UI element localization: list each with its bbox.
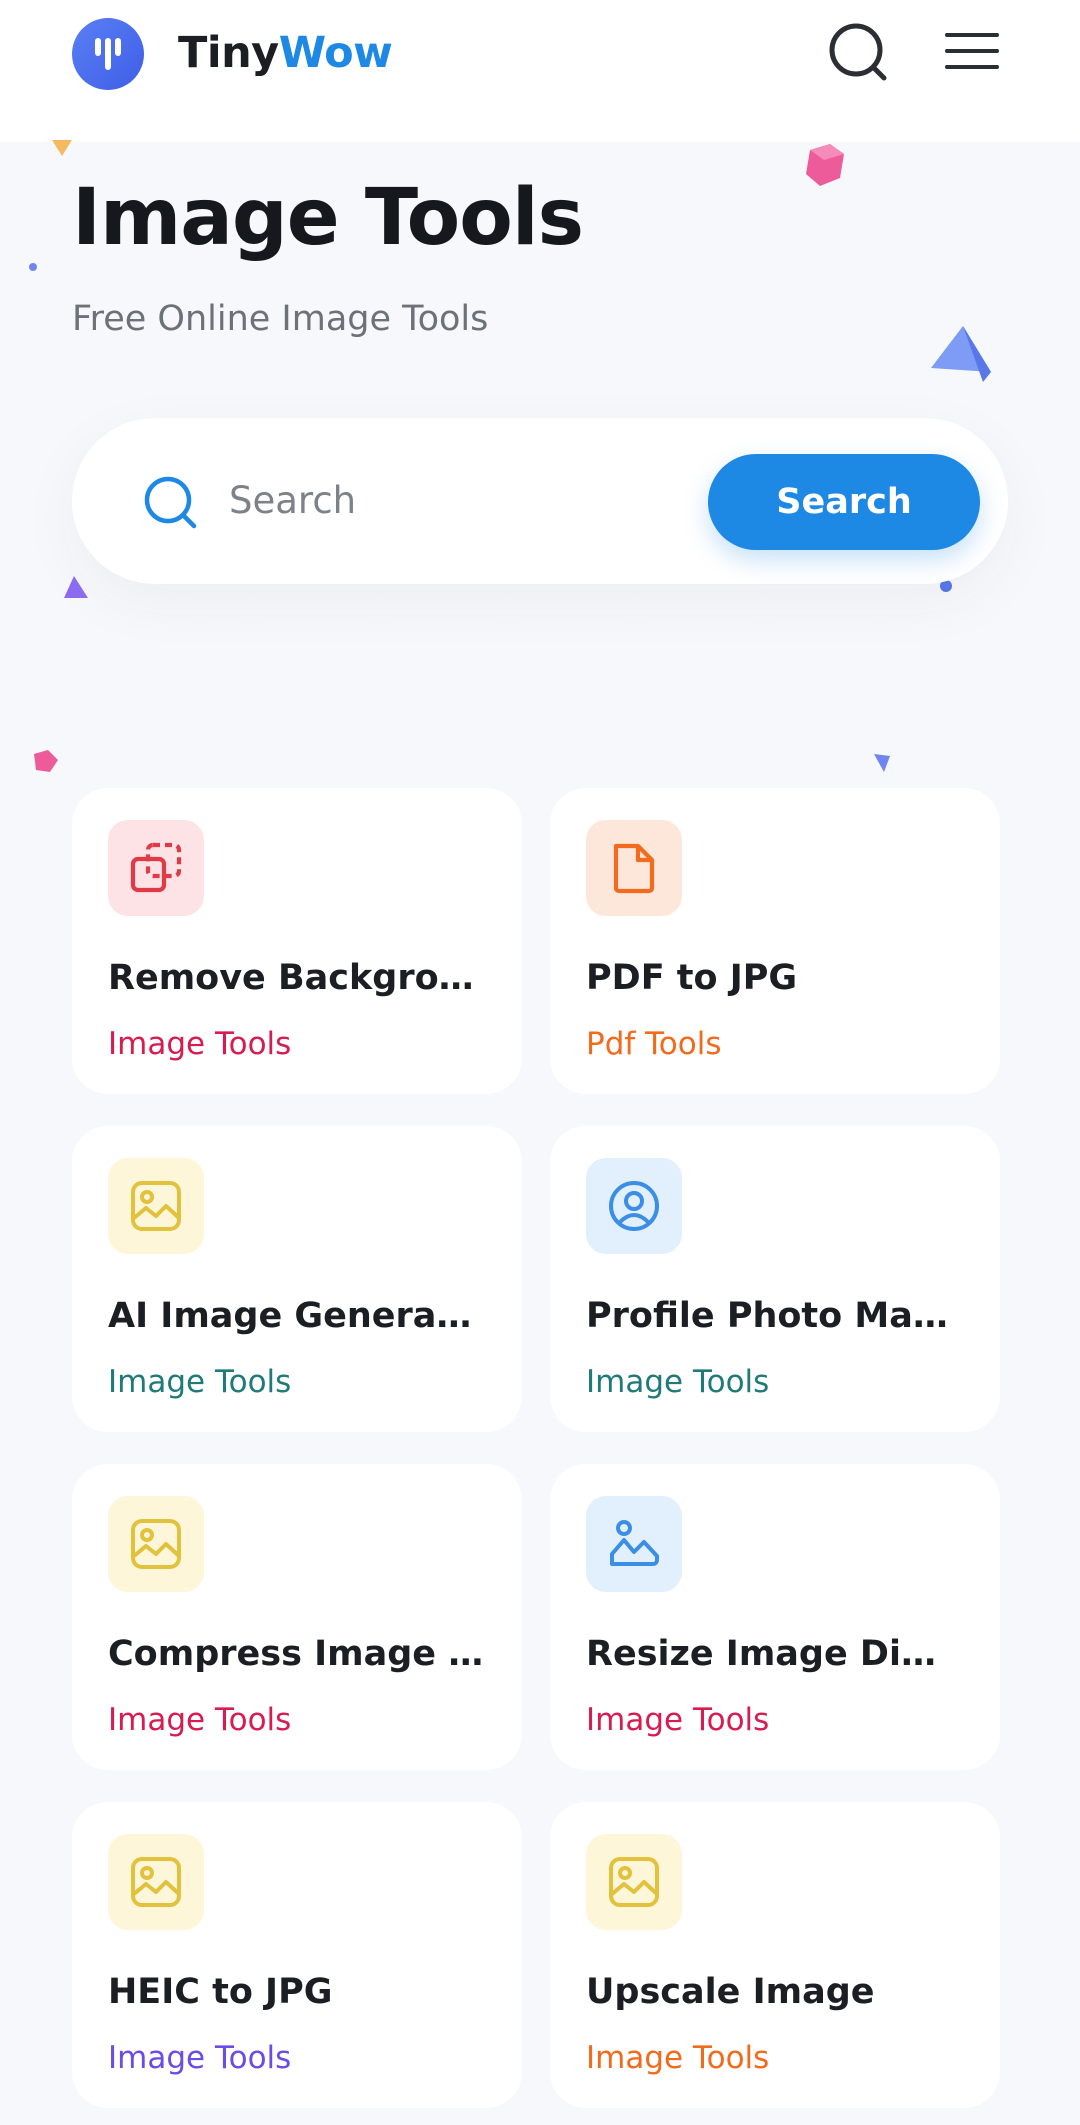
tool-category: Pdf Tools (586, 1026, 722, 1062)
image-icon (108, 1158, 204, 1254)
search-input[interactable] (227, 464, 751, 536)
tool-title: Resize Image Dimensions (586, 1634, 966, 1674)
tool-title: HEIC to JPG (108, 1972, 333, 2012)
confetti-cube-icon (806, 144, 844, 186)
tool-card-heic-to-jpg[interactable]: HEIC to JPG Image Tools (72, 1802, 522, 2108)
image-icon (108, 1496, 204, 1592)
tool-card-ai-image-generator[interactable]: AI Image Generator Image Tools (72, 1126, 522, 1432)
tool-title: AI Image Generator (108, 1296, 488, 1336)
search-icon (142, 474, 200, 532)
tool-title: PDF to JPG (586, 958, 798, 998)
tool-title: Compress Image Size (108, 1634, 488, 1674)
confetti-triangle-icon (874, 754, 890, 772)
tool-card-upscale-image[interactable]: Upscale Image Image Tools (550, 1802, 1000, 2108)
tool-card-profile-photo-maker[interactable]: Profile Photo Maker Image Tools (550, 1126, 1000, 1432)
tool-category: Image Tools (586, 1364, 770, 1400)
tool-category: Image Tools (586, 1702, 770, 1738)
remove-background-icon (108, 820, 204, 916)
document-icon (586, 820, 682, 916)
landscape-icon (586, 1496, 682, 1592)
confetti-triangle-icon (52, 140, 72, 156)
hamburger-menu-icon[interactable] (944, 30, 1000, 74)
page-title: Image Tools (72, 173, 584, 263)
tool-category: Image Tools (108, 1026, 292, 1062)
tool-card-remove-background[interactable]: Remove Background Image Tools (72, 788, 522, 1094)
tool-category: Image Tools (586, 2040, 770, 2076)
brand-name[interactable]: TinyWow (178, 28, 393, 78)
image-icon (586, 1834, 682, 1930)
tool-category: Image Tools (108, 1702, 292, 1738)
search-button[interactable]: Search (708, 454, 980, 550)
confetti-gem-icon (34, 750, 58, 772)
site-header: TinyWow (0, 0, 1080, 142)
tool-category: Image Tools (108, 1364, 292, 1400)
confetti-triangle-icon (64, 576, 88, 598)
tool-card-pdf-to-jpg[interactable]: PDF to JPG Pdf Tools (550, 788, 1000, 1094)
tool-title: Profile Photo Maker (586, 1296, 966, 1336)
tool-card-compress-image[interactable]: Compress Image Size Image Tools (72, 1464, 522, 1770)
search-bar: Search (72, 418, 1008, 584)
brand-name-part1: Tiny (178, 28, 279, 78)
confetti-pyramid-icon (931, 326, 991, 382)
tinywow-logo-icon[interactable] (72, 18, 144, 90)
tool-title: Remove Background (108, 958, 488, 998)
confetti-dot-icon (29, 263, 37, 271)
search-icon[interactable] (826, 20, 890, 84)
page-subtitle: Free Online Image Tools (72, 299, 489, 339)
tool-category: Image Tools (108, 2040, 292, 2076)
profile-icon (586, 1158, 682, 1254)
brand-name-part2: Wow (278, 28, 393, 78)
tool-card-resize-image[interactable]: Resize Image Dimensions Image Tools (550, 1464, 1000, 1770)
tool-title: Upscale Image (586, 1972, 875, 2012)
image-icon (108, 1834, 204, 1930)
